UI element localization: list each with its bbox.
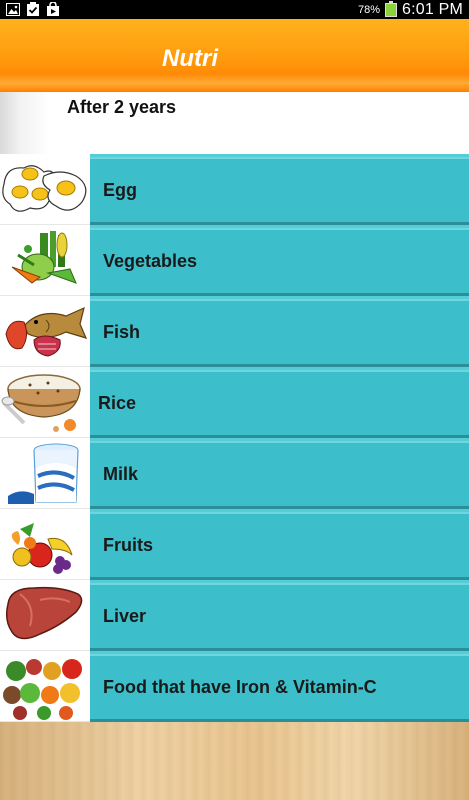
food-item-label: Fruits: [103, 535, 154, 555]
food-item-panel: Milk: [90, 438, 469, 509]
image-icon: [6, 2, 20, 16]
status-bar: 78% 6:01 PM: [0, 0, 469, 19]
food-item-milk[interactable]: Milk: [0, 438, 469, 509]
food-item-vegetables[interactable]: Vegetables: [0, 225, 469, 296]
food-item-rice[interactable]: Rice: [0, 367, 469, 438]
age-subheader: After 2 years: [0, 92, 469, 154]
food-item-iron-vitamin-c[interactable]: Food that have Iron & Vitamin-C: [0, 651, 469, 722]
battery-percent: 78%: [357, 3, 380, 16]
food-item-egg[interactable]: Egg: [0, 154, 469, 225]
food-item-label: Milk: [103, 464, 139, 484]
food-item-label: Fish: [103, 322, 141, 342]
food-item-fish[interactable]: Fish: [0, 296, 469, 367]
food-item-panel: Fish: [90, 296, 469, 367]
liver-icon: [0, 580, 90, 651]
food-item-fruits[interactable]: Fruits: [0, 509, 469, 580]
bottom-background: [0, 722, 469, 800]
app-title: Nutri: [162, 45, 218, 72]
food-item-panel: Rice: [90, 367, 469, 438]
status-indicators: 78% 6:01 PM: [358, 0, 463, 19]
clock: 6:01 PM: [402, 0, 463, 18]
food-list: Egg Vegetables Fish Rice Milk Fruits Liv…: [0, 154, 469, 722]
rice-icon: [0, 367, 90, 438]
fish-icon: [0, 296, 90, 367]
food-item-panel: Fruits: [90, 509, 469, 580]
age-subheader-text: After 2 years: [67, 97, 177, 117]
fruits-icon: [0, 509, 90, 580]
food-item-panel: Liver: [90, 580, 469, 651]
food-item-label: Vegetables: [103, 251, 198, 271]
egg-icon: [0, 154, 90, 225]
clipboard-check-icon: [26, 2, 40, 16]
food-item-label: Egg: [103, 180, 137, 200]
shopping-bag-icon: [46, 2, 60, 16]
vegetables-icon: [0, 225, 90, 296]
iron-vitamin-c-food-icon: [0, 651, 90, 722]
app-header: Nutri: [0, 19, 469, 92]
milk-icon: [0, 438, 90, 509]
food-item-label: Rice: [98, 393, 137, 413]
food-item-label: Liver: [103, 606, 147, 626]
notification-icons: [6, 2, 60, 16]
battery-icon: [385, 0, 397, 17]
food-item-panel: Egg: [90, 154, 469, 225]
food-item-label: Food that have Iron & Vitamin-C: [103, 677, 377, 697]
food-item-panel: Food that have Iron & Vitamin-C: [90, 651, 469, 722]
food-item-panel: Vegetables: [90, 225, 469, 296]
food-item-liver[interactable]: Liver: [0, 580, 469, 651]
